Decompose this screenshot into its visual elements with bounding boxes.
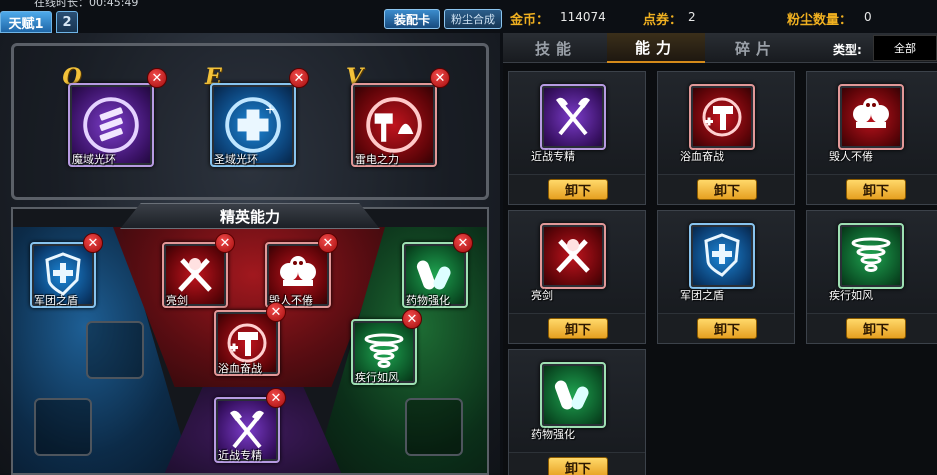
inventory-tabs: 技能 能力 碎片 类型: 全部 xyxy=(503,33,937,63)
elite-name: 药物强化 xyxy=(406,294,450,307)
remove-elite-swords-button[interactable]: ✕ xyxy=(215,233,235,253)
elite-name: 近战专精 xyxy=(218,449,262,462)
ability-card[interactable]: 疾行如风 卸下 xyxy=(806,210,937,344)
remove-elite-hammer-button[interactable]: ✕ xyxy=(266,302,286,322)
card-name: 浴血奋战 xyxy=(680,150,724,163)
points-label: 点券： xyxy=(643,13,683,28)
unload-button[interactable]: 卸下 xyxy=(697,318,757,339)
gold-value: 114074 xyxy=(560,10,606,24)
remove-elite-tornado-button[interactable]: ✕ xyxy=(402,309,422,329)
crossed-swords-icon xyxy=(556,239,590,273)
tornado-icon xyxy=(851,237,891,272)
equip-card-button[interactable]: 装配卡 xyxy=(384,9,440,29)
card-name: 军团之盾 xyxy=(680,289,724,302)
unload-button[interactable]: 卸下 xyxy=(548,318,608,339)
ability-card[interactable]: 近战专精 卸下 xyxy=(508,71,646,205)
elite-name: 浴血奋战 xyxy=(218,362,262,375)
type-filter-label: 类型: xyxy=(833,43,862,57)
svg-text:+: + xyxy=(265,102,276,117)
empty-elite-slot[interactable] xyxy=(405,398,463,456)
ability-card[interactable]: 军团之盾 卸下 xyxy=(657,210,795,344)
card-icon xyxy=(540,84,606,150)
tab-fragments[interactable]: 碎片 xyxy=(707,33,805,63)
elite-ability-title: 精英能力 xyxy=(120,203,380,229)
skill-name: 圣域光环 xyxy=(214,153,258,166)
ability-card[interactable]: 药物强化 卸下 xyxy=(508,349,646,475)
ability-card[interactable]: 浴血奋战 卸下 xyxy=(657,71,795,205)
tab-talent-2[interactable]: 2 xyxy=(56,11,78,33)
card-icon xyxy=(540,362,606,428)
skill-name: 雷电之力 xyxy=(355,153,399,166)
remove-skill-q-button[interactable]: ✕ xyxy=(147,68,167,88)
card-icon xyxy=(689,223,755,289)
unload-button[interactable]: 卸下 xyxy=(697,179,757,200)
unload-button[interactable]: 卸下 xyxy=(548,457,608,475)
elite-name: 疾行如风 xyxy=(355,371,399,384)
capsule-icon xyxy=(554,380,589,410)
unload-button[interactable]: 卸下 xyxy=(548,179,608,200)
ability-inventory-panel: 技能 能力 碎片 类型: 全部 近战专精 卸下 浴血奋战 卸下 毁人不倦 卸下 … xyxy=(503,33,937,475)
elite-name: 军团之盾 xyxy=(34,294,78,307)
hammer-plus-icon xyxy=(702,97,742,137)
ability-card[interactable]: 毁人不倦 卸下 xyxy=(806,71,937,205)
elite-slot-tornado[interactable]: 疾行如风 xyxy=(351,319,417,385)
elite-slot-axes[interactable]: 近战专精 xyxy=(214,397,280,463)
empty-elite-slot[interactable] xyxy=(86,321,144,379)
card-icon xyxy=(689,84,755,150)
card-name: 药物强化 xyxy=(531,428,575,441)
unload-button[interactable]: 卸下 xyxy=(846,318,906,339)
empty-elite-slot[interactable] xyxy=(34,398,92,456)
tab-talent-1[interactable]: 天赋1 xyxy=(0,11,52,33)
dust-synthesis-button[interactable]: 粉尘合成 xyxy=(444,9,502,29)
type-filter-select[interactable]: 全部 xyxy=(873,35,937,61)
remove-skill-v-button[interactable]: ✕ xyxy=(430,68,450,88)
card-name: 疾行如风 xyxy=(829,289,873,302)
card-icon xyxy=(838,223,904,289)
card-name: 亮剑 xyxy=(531,289,553,302)
remove-skill-e-button[interactable]: ✕ xyxy=(289,68,309,88)
remove-elite-capsule-button[interactable]: ✕ xyxy=(453,233,473,253)
dust-label: 粉尘数量： xyxy=(787,13,853,28)
skill-slot-q[interactable]: 魔域光环 xyxy=(68,83,154,167)
ability-card[interactable]: 亮剑 卸下 xyxy=(508,210,646,344)
remove-elite-shield-button[interactable]: ✕ xyxy=(83,233,103,253)
card-name: 毁人不倦 xyxy=(829,150,873,163)
skill-name: 魔域光环 xyxy=(72,153,116,166)
skill-slot-v[interactable]: 雷电之力 xyxy=(351,83,437,167)
shield-cross-icon xyxy=(704,233,740,277)
card-icon xyxy=(540,223,606,289)
tab-skills[interactable]: 技能 xyxy=(507,33,605,63)
card-name: 近战专精 xyxy=(531,150,575,163)
talent-screen: 在线时长：00:45:49 天赋1 2 装配卡 粉尘合成 金币： 114074 … xyxy=(0,0,937,475)
points-value: 2 xyxy=(688,10,696,24)
tab-abilities[interactable]: 能力 xyxy=(607,33,705,63)
remove-elite-skulls-button[interactable]: ✕ xyxy=(318,233,338,253)
elite-name: 亮剑 xyxy=(166,294,188,307)
elite-slot-swords[interactable]: 亮剑 xyxy=(162,242,228,308)
unload-button[interactable]: 卸下 xyxy=(846,179,906,200)
elite-slot-skulls[interactable]: 毁人不倦 xyxy=(265,242,331,308)
dust-value: 0 xyxy=(864,10,872,24)
crossed-axes-icon xyxy=(556,97,590,136)
elite-slot-shield[interactable]: 军团之盾 xyxy=(30,242,96,308)
online-time: 在线时长：00:45:49 xyxy=(34,0,139,9)
remove-elite-axes-button[interactable]: ✕ xyxy=(266,388,286,408)
skulls-icon xyxy=(853,98,889,128)
card-icon xyxy=(838,84,904,150)
gold-label: 金币： xyxy=(510,13,550,28)
skill-slot-e[interactable]: + 圣域光环 xyxy=(210,83,296,167)
